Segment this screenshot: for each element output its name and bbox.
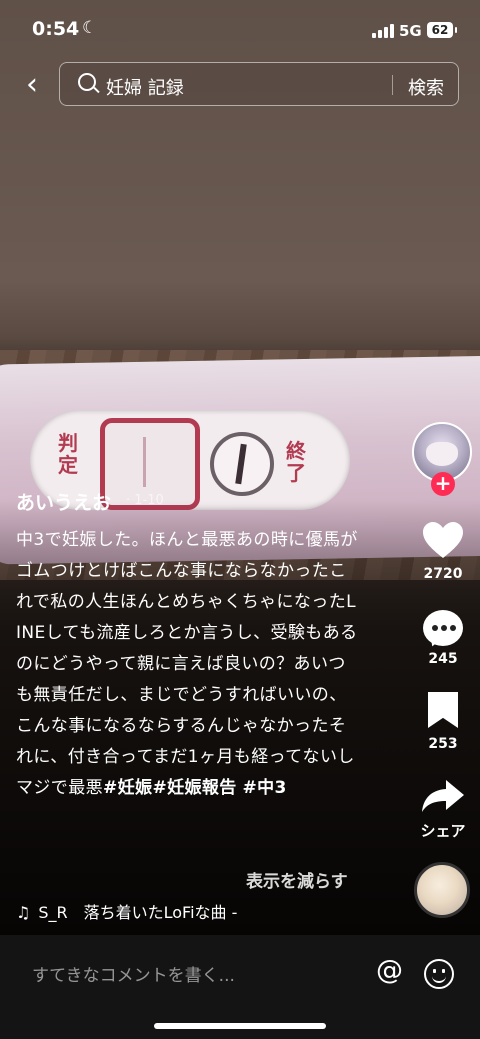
post-date: · 1-10: [126, 493, 164, 508]
music-note-icon: ♫: [16, 903, 31, 922]
comment-icon[interactable]: [423, 610, 463, 646]
home-indicator: [154, 1023, 326, 1029]
search-input[interactable]: 妊婦 記録: [106, 74, 184, 100]
heart-icon[interactable]: [423, 522, 463, 560]
comment-bar: すてきなコメントを書く... @: [0, 935, 480, 1039]
end-label: 終了: [286, 439, 306, 485]
comment-count: 245: [428, 651, 458, 667]
creator-username[interactable]: あいうえお: [16, 488, 111, 515]
music-row[interactable]: ♫ S_R 落ち着いたLoFiな曲 -: [16, 899, 237, 923]
hashtag-1[interactable]: #妊娠: [103, 778, 152, 798]
hashtag-2[interactable]: #妊娠報告: [152, 778, 236, 798]
save-count: 253: [428, 736, 458, 752]
follow-plus-icon[interactable]: +: [431, 472, 455, 496]
music-disc-icon[interactable]: [414, 862, 470, 918]
search-button[interactable]: 検索: [408, 74, 444, 100]
comment-input[interactable]: すてきなコメントを書く...: [32, 961, 235, 986]
show-less-button[interactable]: 表示を減らす: [246, 867, 348, 892]
end-window: [210, 432, 274, 496]
search-bar[interactable]: 妊婦 記録 検索: [59, 62, 459, 106]
mention-icon[interactable]: @: [376, 955, 403, 986]
status-time: 0:54: [32, 18, 80, 40]
save-count-wrap: 253: [411, 732, 475, 752]
emoji-icon[interactable]: [424, 959, 454, 989]
like-count-wrap: 2720: [411, 562, 475, 582]
search-icon: [78, 73, 96, 91]
comment-count-wrap: 245: [411, 647, 475, 667]
signal-icon: [372, 24, 394, 38]
music-title: S_R 落ち着いたLoFiな曲 -: [38, 903, 238, 922]
share-label-wrap: シェア: [411, 816, 475, 841]
hashtag-3[interactable]: #中3: [243, 778, 287, 798]
chevron-left-icon: ‹: [26, 67, 38, 102]
moon-icon: ☾: [82, 18, 98, 38]
caption-text: 中3で妊娠した。ほんと最悪あの時に優馬がゴムつけとけばこんな事にならなかったこれ…: [16, 530, 358, 798]
share-icon[interactable]: [420, 778, 466, 814]
network-type: 5G: [399, 22, 422, 40]
back-button[interactable]: ‹: [14, 66, 50, 106]
status-bar: 0:54 ☾ 5G 62: [0, 0, 480, 56]
battery-icon: 62: [427, 22, 457, 38]
like-count: 2720: [423, 566, 463, 582]
post-caption: 中3で妊娠した。ほんと最悪あの時に優馬がゴムつけとけばこんな事にならなかったこれ…: [16, 525, 358, 804]
share-label: シェア: [420, 822, 466, 840]
judge-label: 判定: [58, 431, 78, 477]
search-divider: [392, 75, 393, 95]
battery-level: 62: [431, 23, 449, 37]
